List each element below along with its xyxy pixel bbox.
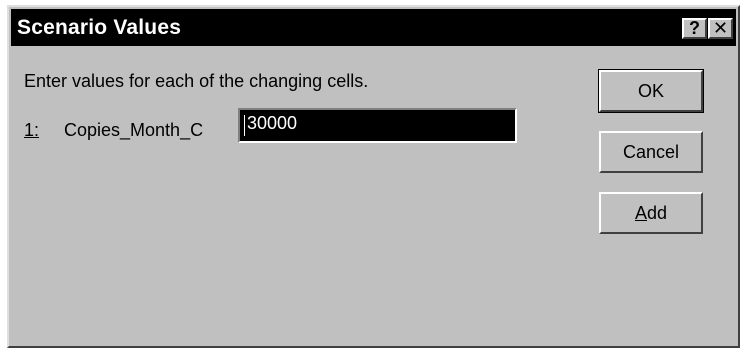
close-button[interactable]: ✕ — [708, 18, 733, 39]
help-icon: ? — [689, 18, 700, 38]
close-icon: ✕ — [712, 18, 729, 38]
instruction-text: Enter values for each of the changing ce… — [24, 71, 369, 91]
row-number: 1: — [24, 120, 40, 140]
add-button-label-rest: dd — [646, 203, 668, 223]
add-button-mnemonic: A — [634, 203, 647, 223]
scenario-values-dialog: Scenario Values ? ✕ Enter values for eac… — [7, 5, 740, 348]
changing-cell-value-input[interactable]: 30000 — [238, 108, 517, 143]
changing-cell-label: Copies_Month_C — [64, 120, 204, 140]
ok-button[interactable]: OK — [598, 69, 704, 113]
cancel-button[interactable]: Cancel — [599, 131, 703, 173]
text-caret — [244, 115, 245, 136]
add-button[interactable]: Add — [599, 192, 703, 234]
help-button[interactable]: ? — [682, 18, 707, 39]
dialog-title: Scenario Values — [17, 16, 182, 39]
title-bar[interactable]: Scenario Values ? ✕ — [11, 9, 736, 46]
changing-cell-value-text: 30000 — [247, 113, 298, 133]
